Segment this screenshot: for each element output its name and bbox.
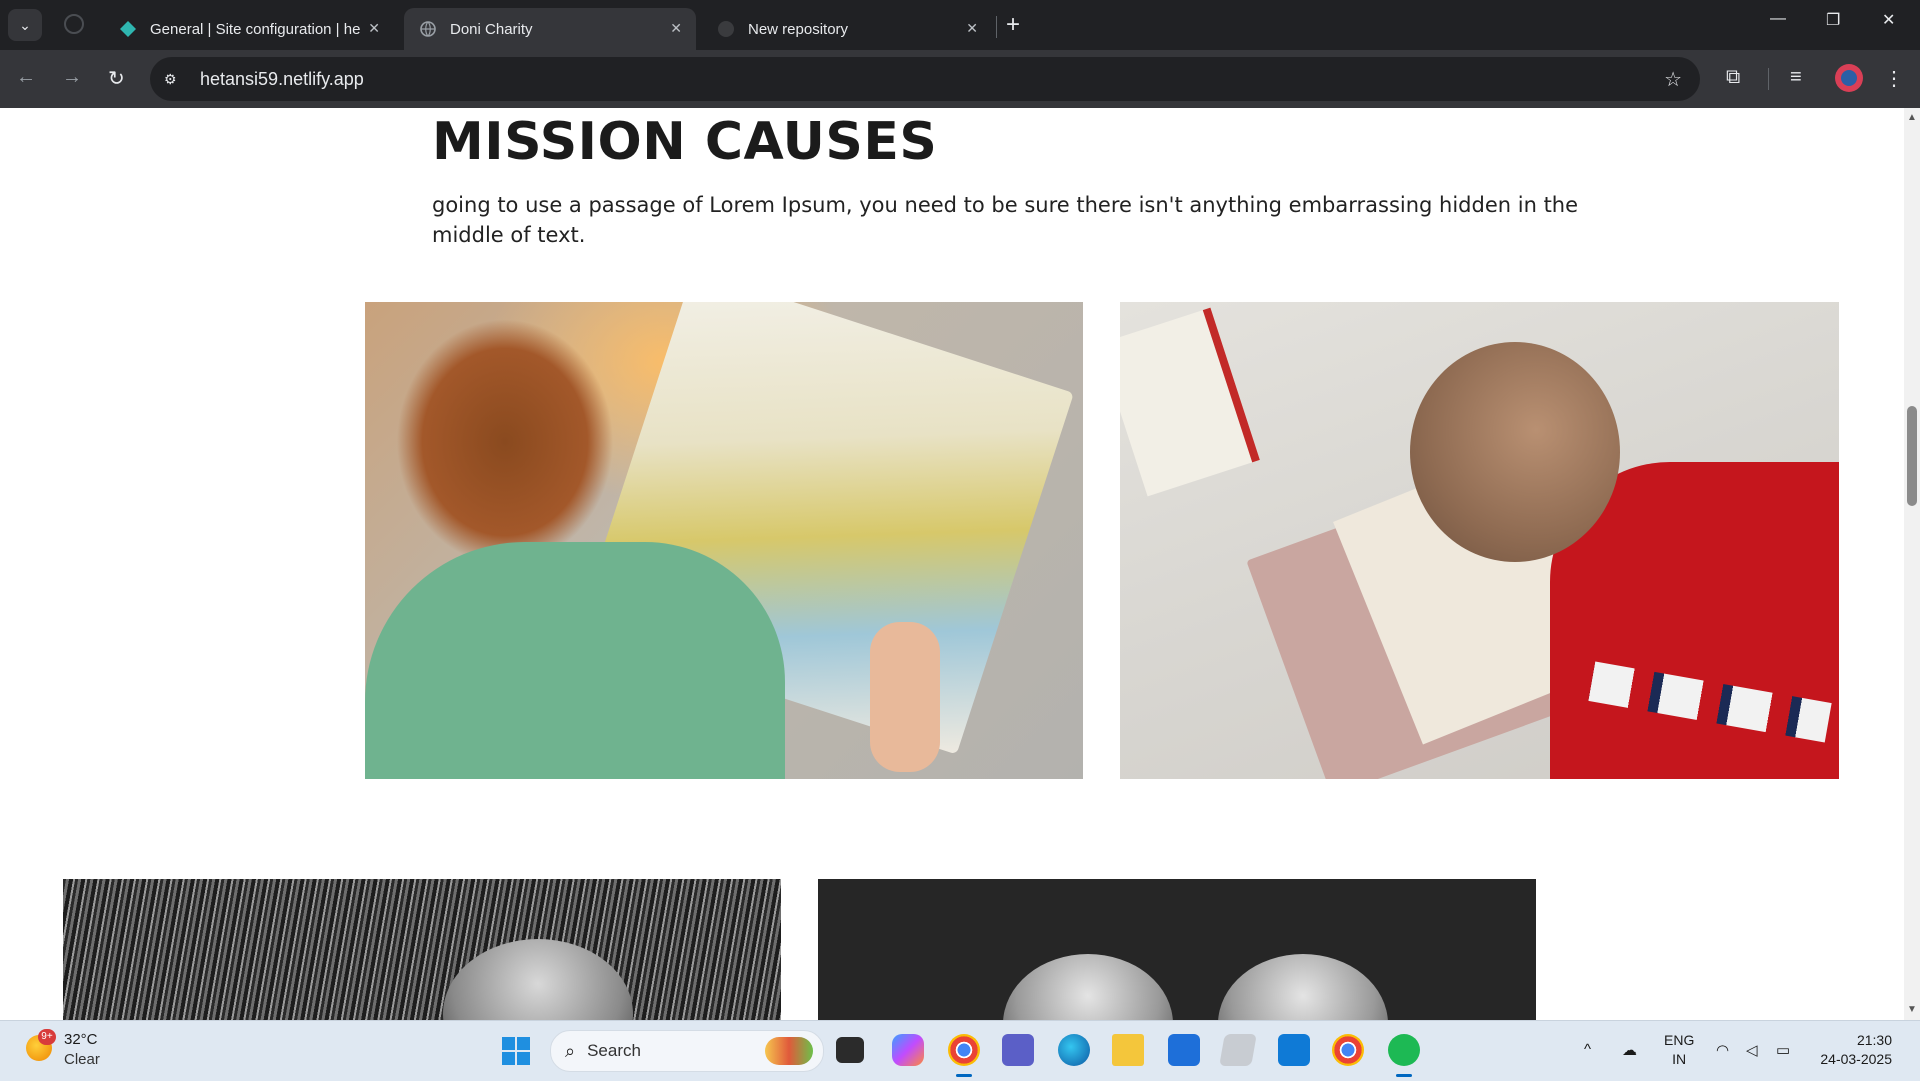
browser-toolbar: ← → ↻ ⚙ hetansi59.netlify.app ☆ ⧉ ≡ ⋮ (0, 50, 1920, 108)
child-face-shape (1218, 954, 1388, 1020)
grayscale-child-grass-photo (63, 879, 781, 1020)
more-menu-icon[interactable]: ⋮ (1884, 66, 1904, 91)
section-description: going to use a passage of Lorem Ipsum, y… (432, 193, 1579, 247)
tab-separator (996, 16, 997, 38)
onedrive-cloud-icon[interactable]: ☁ (1622, 1041, 1637, 1059)
book-box-shape (1120, 307, 1260, 497)
copilot-icon[interactable] (892, 1034, 924, 1066)
reload-icon[interactable]: ↻ (108, 66, 125, 91)
weather-condition[interactable]: Clear (64, 1051, 100, 1068)
taskbar-search-box[interactable]: ⌕ Search (550, 1030, 824, 1072)
microsoft-store-icon[interactable] (1168, 1034, 1200, 1066)
tab-close-icon[interactable]: ✕ (670, 20, 682, 37)
clock-time: 21:30 (1856, 1032, 1892, 1048)
extensions-puzzle-icon[interactable]: ⧉ (1726, 66, 1740, 89)
weather-temperature[interactable]: 32°C (64, 1031, 98, 1048)
restore-icon[interactable]: ❐ (1826, 10, 1840, 30)
bookmark-star-icon[interactable]: ☆ (1664, 67, 1682, 92)
tab-new-repository[interactable]: New repository ✕ (702, 8, 992, 50)
tab-close-icon[interactable]: ✕ (966, 20, 978, 37)
shirt-shape (365, 542, 785, 779)
page-viewport: MISSION CAUSES going to use a passage of… (0, 108, 1904, 1020)
windows-start-icon[interactable] (502, 1037, 530, 1065)
edge-icon[interactable] (1058, 1034, 1090, 1066)
language-region: IN (1672, 1051, 1687, 1067)
language-code: ENG (1664, 1032, 1695, 1048)
tab-site-configuration[interactable]: General | Site configuration | he ✕ (104, 8, 394, 50)
task-view-icon[interactable] (836, 1037, 864, 1063)
child-face-shape (1003, 954, 1173, 1020)
back-arrow-icon[interactable]: ← (16, 66, 36, 89)
toolbar-divider (1768, 68, 1769, 90)
scroll-thumb[interactable] (1907, 406, 1917, 506)
tab-title: New repository (748, 20, 849, 38)
tab-title: General | Site configuration | he (150, 20, 360, 38)
search-icon: ⌕ (565, 1040, 576, 1061)
scroll-down-arrow-icon[interactable]: ▼ (1907, 1004, 1917, 1015)
browser-tab-strip: ⌄ General | Site configuration | he ✕ Do… (0, 0, 1920, 50)
show-hidden-icons-chevron-icon[interactable]: ^ (1584, 1041, 1591, 1058)
child-face-shape (443, 939, 633, 1020)
baby-reading-book-photo (1120, 302, 1839, 779)
teams-icon[interactable] (1002, 1034, 1034, 1066)
weather-badge: 9+ (38, 1029, 56, 1045)
search-highlight-icon (765, 1037, 813, 1065)
globe-icon (418, 19, 438, 39)
minimize-icon[interactable]: — (1770, 10, 1786, 28)
scroll-up-arrow-icon[interactable]: ▲ (1907, 112, 1917, 123)
tab-title: Doni Charity (450, 20, 533, 38)
baby-head-shape (1410, 342, 1620, 562)
url-text[interactable]: hetansi59.netlify.app (200, 69, 364, 90)
tab-close-icon[interactable]: ✕ (368, 20, 380, 37)
section-heading: MISSION CAUSES (432, 112, 938, 172)
close-window-icon[interactable]: ✕ (1882, 10, 1895, 30)
windows-taskbar: 9+ 32°C Clear ⌕ Search ^ ☁ ENG IN ◠ ◁ ▭ … (0, 1020, 1920, 1081)
tab-search-chevron-icon[interactable]: ⌄ (8, 9, 42, 41)
github-pinned-icon[interactable] (64, 14, 84, 34)
search-placeholder: Search (587, 1041, 641, 1060)
hand-shape (870, 622, 940, 772)
vscode-icon[interactable] (1278, 1034, 1310, 1066)
tab-doni-charity[interactable]: Doni Charity ✕ (404, 8, 696, 50)
clock-date: 24-03-2025 (1820, 1051, 1892, 1067)
netlify-diamond-icon (118, 19, 138, 39)
media-controls-icon[interactable]: ≡ (1790, 66, 1802, 89)
battery-icon[interactable]: ▭ (1776, 1041, 1790, 1059)
file-explorer-icon[interactable] (1112, 1034, 1144, 1066)
github-icon (716, 19, 736, 39)
child-reading-map-photo (365, 302, 1083, 779)
chrome-profile-icon[interactable] (1332, 1034, 1364, 1066)
site-info-tune-icon[interactable]: ⚙ (164, 71, 188, 88)
address-bar[interactable]: ⚙ hetansi59.netlify.app ☆ (150, 57, 1700, 101)
profile-avatar[interactable] (1835, 64, 1863, 92)
wifi-icon[interactable]: ◠ (1716, 1041, 1729, 1059)
page-scrollbar[interactable]: ▲ ▼ (1904, 108, 1920, 1020)
chrome-icon[interactable] (948, 1034, 980, 1077)
volume-icon[interactable]: ◁ (1746, 1041, 1758, 1059)
spotify-icon[interactable] (1388, 1034, 1420, 1077)
forward-arrow-icon[interactable]: → (62, 66, 82, 89)
grayscale-two-children-photo (818, 879, 1536, 1020)
notes-app-icon[interactable] (1219, 1034, 1257, 1066)
new-tab-plus-icon[interactable]: + (1006, 12, 1020, 38)
input-language[interactable]: ENG IN (1664, 1031, 1694, 1069)
system-clock[interactable]: 21:30 24-03-2025 (1812, 1031, 1892, 1069)
